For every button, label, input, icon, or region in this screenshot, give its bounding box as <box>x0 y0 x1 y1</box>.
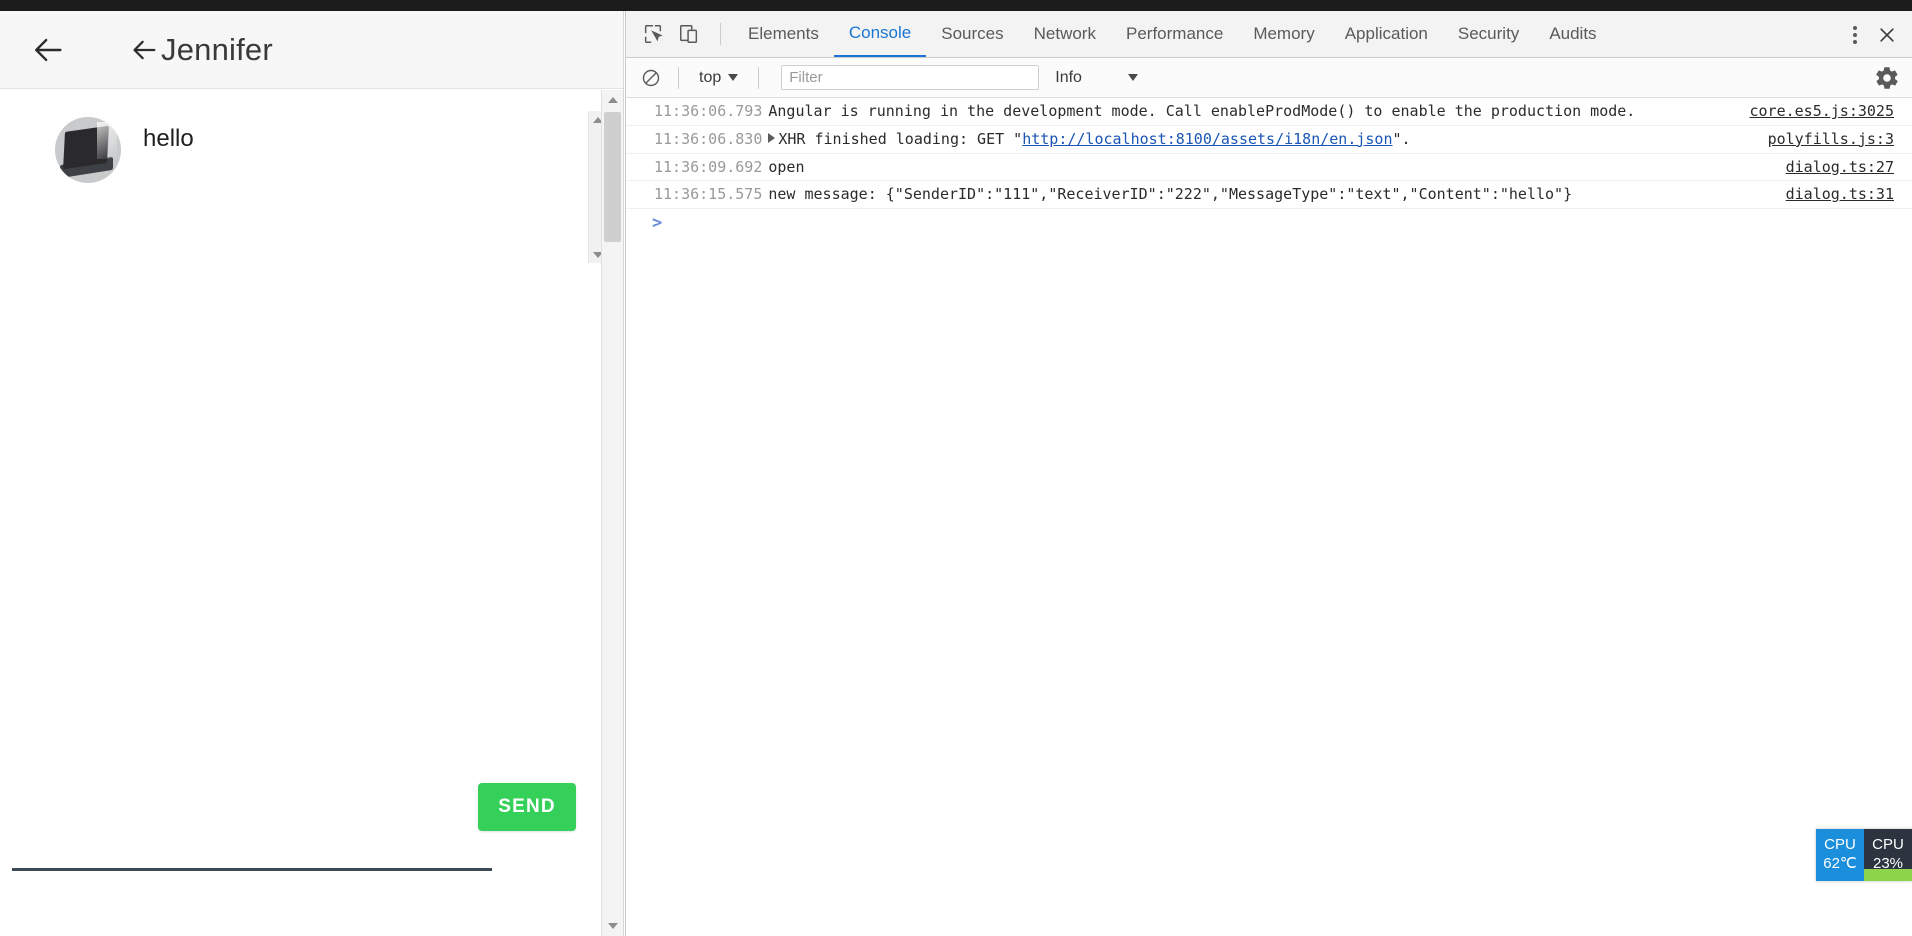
message-area: hello SEND <box>0 89 623 879</box>
console-timestamp: 11:36:09.692 <box>654 157 763 176</box>
devtools-tabbar: Elements Console Sources Network Perform… <box>626 11 1912 58</box>
console-filterbar: top Info <box>626 58 1912 98</box>
console-timestamp: 11:36:06.793 <box>654 102 763 120</box>
expand-arrow-icon[interactable] <box>768 132 776 143</box>
message-input[interactable] <box>12 841 492 871</box>
cpu-temp-label: CPU <box>1824 836 1856 854</box>
log-level-value: Info <box>1055 68 1082 86</box>
screen-root: Jennifer hello SEND Elements Console Sou… <box>0 0 1912 936</box>
console-source-link[interactable]: dialog.ts:31 <box>1786 185 1912 204</box>
send-button[interactable]: SEND <box>478 783 576 831</box>
avatar <box>55 117 121 183</box>
log-level-select[interactable]: Info <box>1055 69 1138 87</box>
console-url-link[interactable]: http://localhost:8100/assets/i18n/en.jso… <box>1022 130 1392 148</box>
tab-memory[interactable]: Memory <box>1238 11 1329 57</box>
cpu-usage-box: CPU 23% <box>1864 829 1912 881</box>
inspect-element-icon[interactable] <box>636 17 670 51</box>
toolbar-divider <box>720 23 721 45</box>
filterbar-divider-2 <box>758 66 760 89</box>
tab-sources[interactable]: Sources <box>926 11 1018 57</box>
devtools-panel: Elements Console Sources Network Perform… <box>625 11 1912 936</box>
tab-console[interactable]: Console <box>833 11 927 57</box>
console-message-text: Angular is running in the development mo… <box>768 102 1636 120</box>
table-row[interactable]: 11:36:06.793 Angular is running in the d… <box>626 98 1912 126</box>
filterbar-divider-1 <box>678 66 679 89</box>
table-row[interactable]: 11:36:15.575 new message: {"SenderID":"1… <box>626 181 1912 209</box>
message-list: hello <box>0 89 578 279</box>
back-arrow-inner-icon[interactable] <box>131 36 159 64</box>
cpu-temperature-box: CPU 62℃ <box>1816 829 1864 881</box>
app-pane-scrollbar[interactable] <box>601 90 623 936</box>
tab-network[interactable]: Network <box>1019 11 1111 57</box>
console-message-suffix: ". <box>1392 129 1411 148</box>
console-message-text: XHR finished loading: GET "http://localh… <box>762 130 1767 149</box>
tab-elements[interactable]: Elements <box>733 11 834 57</box>
list-item: hello <box>0 117 578 183</box>
back-arrow-outer-icon[interactable] <box>32 33 66 67</box>
cpu-usage-label: CPU <box>1872 836 1904 854</box>
tab-performance[interactable]: Performance <box>1111 11 1238 57</box>
console-prompt[interactable]: > <box>626 209 1912 237</box>
devtools-toolbar-right <box>1840 11 1904 58</box>
settings-gear-icon[interactable] <box>1874 65 1900 91</box>
chevron-down-icon <box>1127 74 1138 81</box>
cpu-monitor-widget: CPU 62℃ CPU 23% <box>1816 829 1912 881</box>
close-icon[interactable] <box>1870 18 1904 52</box>
chat-header: Jennifer <box>0 11 623 89</box>
console-message-text: new message: {"SenderID":"111","Receiver… <box>768 185 1573 204</box>
filter-input[interactable] <box>781 65 1040 90</box>
tab-security[interactable]: Security <box>1443 11 1534 57</box>
app-scroll-thumb[interactable] <box>604 112 621 242</box>
app-scroll-up-arrow-icon[interactable] <box>602 90 623 110</box>
more-options-icon[interactable] <box>1840 25 1870 44</box>
execution-context-select[interactable]: top <box>691 69 746 87</box>
message-text: hello <box>143 125 194 152</box>
chat-app-pane: Jennifer hello SEND <box>0 11 624 936</box>
device-toolbar-icon[interactable] <box>672 17 706 51</box>
console-timestamp: 11:36:15.575 <box>654 185 763 204</box>
cpu-usage-value: 23% <box>1872 855 1904 872</box>
page-title: Jennifer <box>161 32 273 67</box>
console-timestamp: 11:36:06.830 <box>654 129 763 148</box>
prompt-chevron-icon: > <box>652 213 663 233</box>
clear-console-icon[interactable] <box>636 63 666 93</box>
console-message-text: open <box>768 157 805 176</box>
tab-audits[interactable]: Audits <box>1534 11 1611 57</box>
table-row[interactable]: 11:36:09.692 open dialog.ts:27 <box>626 154 1912 182</box>
console-source-link[interactable]: dialog.ts:27 <box>1786 158 1912 177</box>
chevron-down-icon <box>728 74 739 81</box>
console-message-prefix: XHR finished loading: GET " <box>778 129 1023 148</box>
message-composer: SEND <box>0 759 600 879</box>
cpu-temp-value: 62℃ <box>1823 855 1857 872</box>
window-top-strip <box>0 0 1912 11</box>
console-source-link[interactable]: core.es5.js:3025 <box>1750 102 1912 121</box>
console-source-link[interactable]: polyfills.js:3 <box>1768 130 1912 149</box>
console-message-list[interactable]: 11:36:06.793 Angular is running in the d… <box>626 98 1912 936</box>
app-scroll-down-arrow-icon[interactable] <box>602 916 623 936</box>
table-row[interactable]: 11:36:06.830 XHR finished loading: GET "… <box>626 126 1912 154</box>
execution-context-value: top <box>699 68 722 86</box>
tab-application[interactable]: Application <box>1330 11 1443 57</box>
